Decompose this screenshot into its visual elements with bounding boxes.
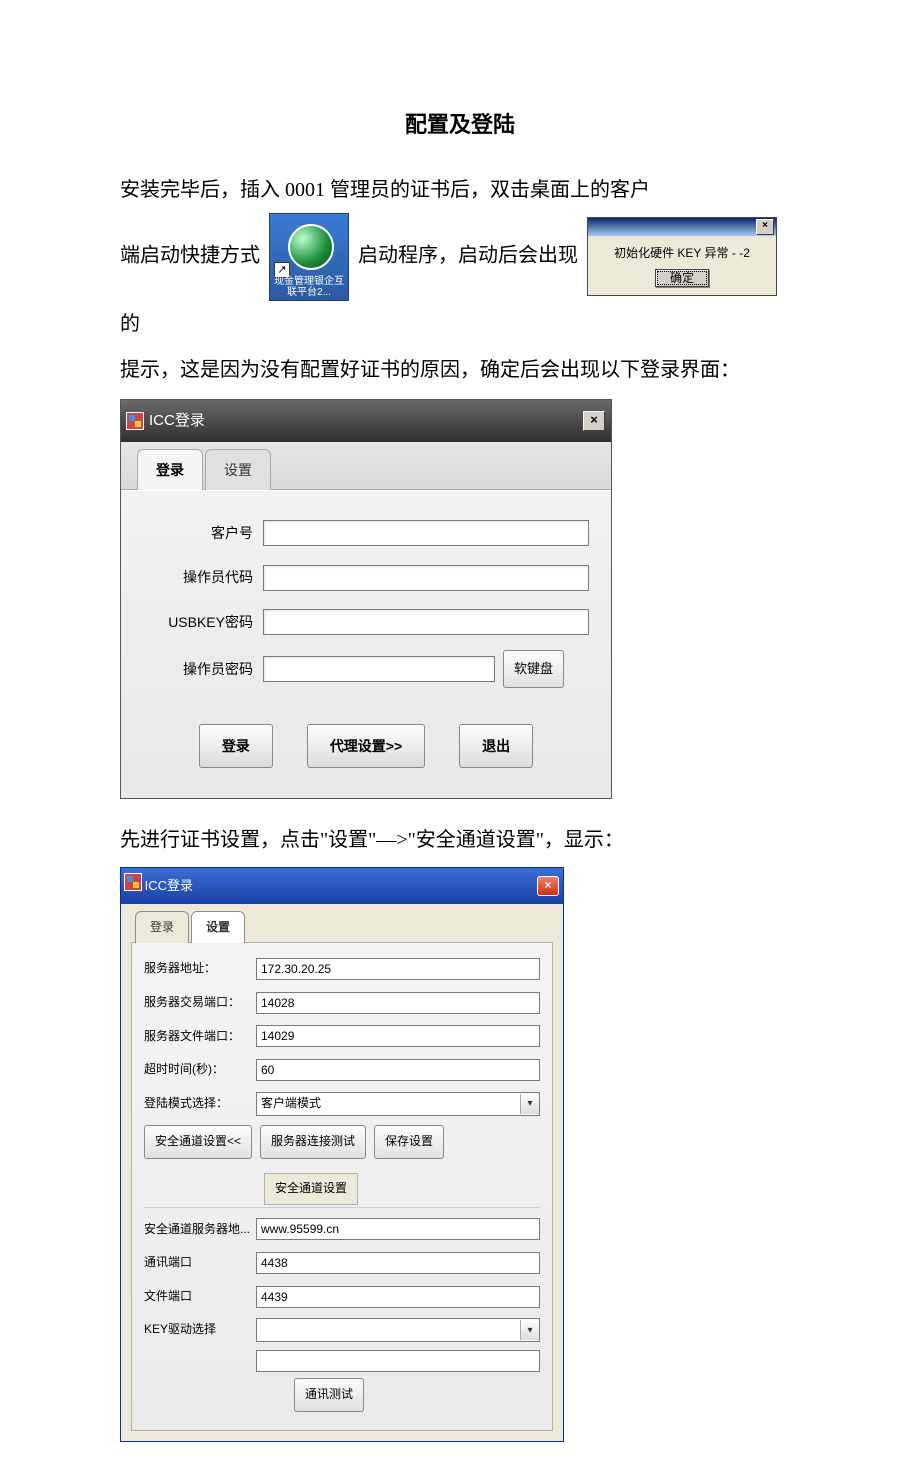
label-file-port: 服务器文件端口： (144, 1023, 256, 1051)
close-icon[interactable]: × (756, 219, 774, 235)
text: 端启动快捷方式 (120, 244, 260, 266)
label-server-addr: 服务器地址： (144, 955, 256, 983)
label-timeout: 超时时间(秒)： (144, 1056, 256, 1084)
security-channel-button[interactable]: 安全通道设置<< (144, 1125, 252, 1159)
tab-strip: 登录 设置 (121, 442, 611, 490)
label-customer-no: 客户号 (143, 517, 263, 549)
settings-form: 服务器地址： 172.30.20.25 服务器交易端口： 14028 服务器文件… (131, 942, 553, 1430)
tab-settings[interactable]: 设置 (205, 449, 271, 490)
security-channel-section: 安全通道服务器地... www.95599.cn 通讯端口 4438 文件端口 … (144, 1207, 540, 1412)
tab-strip: 登录 设置 (121, 904, 563, 943)
server-test-button[interactable]: 服务器连接测试 (260, 1125, 366, 1159)
page-title: 配置及登陆 (120, 100, 800, 151)
login-mode-select[interactable]: 客户端模式 ▾ (256, 1092, 540, 1116)
save-settings-button[interactable]: 保存设置 (374, 1125, 444, 1159)
label-operator-code: 操作员代码 (143, 561, 263, 593)
operator-code-input[interactable] (263, 565, 589, 591)
login-form: 客户号 操作员代码 USBKEY密码 操作员密码 软键盘 登录 代理设置>> 退… (121, 490, 611, 798)
app-icon (125, 874, 141, 890)
proxy-settings-button[interactable]: 代理设置>> (307, 724, 425, 768)
chevron-down-icon: ▾ (520, 1320, 539, 1340)
tab-settings[interactable]: 设置 (191, 911, 245, 944)
window-title: ICC登录 (145, 878, 193, 893)
text: 的 (120, 313, 140, 335)
shortcut-icon: ↗ 现金管理银企互联平台2... (269, 213, 349, 301)
window-titlebar: ICC登录 × (121, 868, 563, 904)
chevron-down-icon: ▾ (520, 1094, 539, 1114)
paragraph-2: 提示，这是因为没有配置好证书的原因，确定后会出现以下登录界面： (120, 347, 800, 393)
ok-button[interactable]: 确定 (655, 269, 709, 287)
label-usbkey-pwd: USBKEY密码 (143, 606, 263, 638)
login-mode-value: 客户端模式 (261, 1090, 321, 1118)
close-icon[interactable]: × (583, 411, 605, 431)
globe-icon (288, 224, 334, 270)
paragraph-1: 安装完毕后，插入 0001 管理员的证书后，双击桌面上的客户 端启动快捷方式 ↗… (120, 167, 800, 347)
server-addr-input[interactable]: 172.30.20.25 (256, 958, 540, 980)
text: 安装完毕后，插入 0001 管理员的证书后，双击桌面上的客户 (120, 179, 650, 201)
label-key-driver: KEY驱动选择 (144, 1316, 256, 1344)
customer-no-input[interactable] (263, 520, 589, 546)
alert-titlebar: × (588, 218, 776, 236)
comm-test-button[interactable]: 通讯测试 (294, 1378, 364, 1412)
operator-pwd-input[interactable] (263, 656, 495, 682)
sec-server-input[interactable]: www.95599.cn (256, 1218, 540, 1240)
label-sec-server: 安全通道服务器地... (144, 1216, 256, 1244)
security-section-label: 安全通道设置 (264, 1173, 358, 1205)
settings-window: ICC登录 × 登录 设置 服务器地址： 172.30.20.25 服务器交易端… (120, 867, 564, 1442)
window-title: ICC登录 (149, 404, 205, 439)
label-sec-file-port: 文件端口 (144, 1283, 256, 1311)
soft-keyboard-button[interactable]: 软键盘 (503, 650, 564, 688)
login-window: ICC登录 × 登录 设置 客户号 操作员代码 USBKEY密码 操作员密码 软… (120, 399, 612, 799)
close-icon[interactable]: × (537, 876, 559, 896)
sec-file-port-input[interactable]: 4439 (256, 1286, 540, 1308)
tab-login[interactable]: 登录 (137, 449, 203, 490)
app-icon (127, 413, 143, 429)
comm-port-input[interactable]: 4438 (256, 1252, 540, 1274)
file-port-input[interactable]: 14029 (256, 1025, 540, 1047)
alert-message: 初始化硬件 KEY 异常 - -2 (592, 246, 772, 260)
text: 启动程序，启动后会出现 (358, 244, 578, 266)
label-comm-port: 通讯端口 (144, 1249, 256, 1277)
key-driver-select[interactable]: ▾ (256, 1318, 540, 1342)
label-operator-pwd: 操作员密码 (143, 653, 263, 685)
trade-port-input[interactable]: 14028 (256, 992, 540, 1014)
shortcut-caption: 现金管理银企互联平台2... (270, 276, 348, 298)
label-trade-port: 服务器交易端口： (144, 989, 256, 1017)
exit-button[interactable]: 退出 (459, 724, 533, 768)
login-button[interactable]: 登录 (199, 724, 273, 768)
window-titlebar: ICC登录 × (121, 400, 611, 443)
tab-login[interactable]: 登录 (135, 911, 189, 944)
usbkey-pwd-input[interactable] (263, 609, 589, 635)
extra-input[interactable] (256, 1350, 540, 1372)
label-login-mode: 登陆模式选择： (144, 1090, 256, 1118)
timeout-input[interactable]: 60 (256, 1059, 540, 1081)
paragraph-3: 先进行证书设置，点击"设置"—>"安全通道设置"，显示： (120, 817, 800, 863)
error-alert-window: × 初始化硬件 KEY 异常 - -2 确定 (587, 217, 777, 296)
